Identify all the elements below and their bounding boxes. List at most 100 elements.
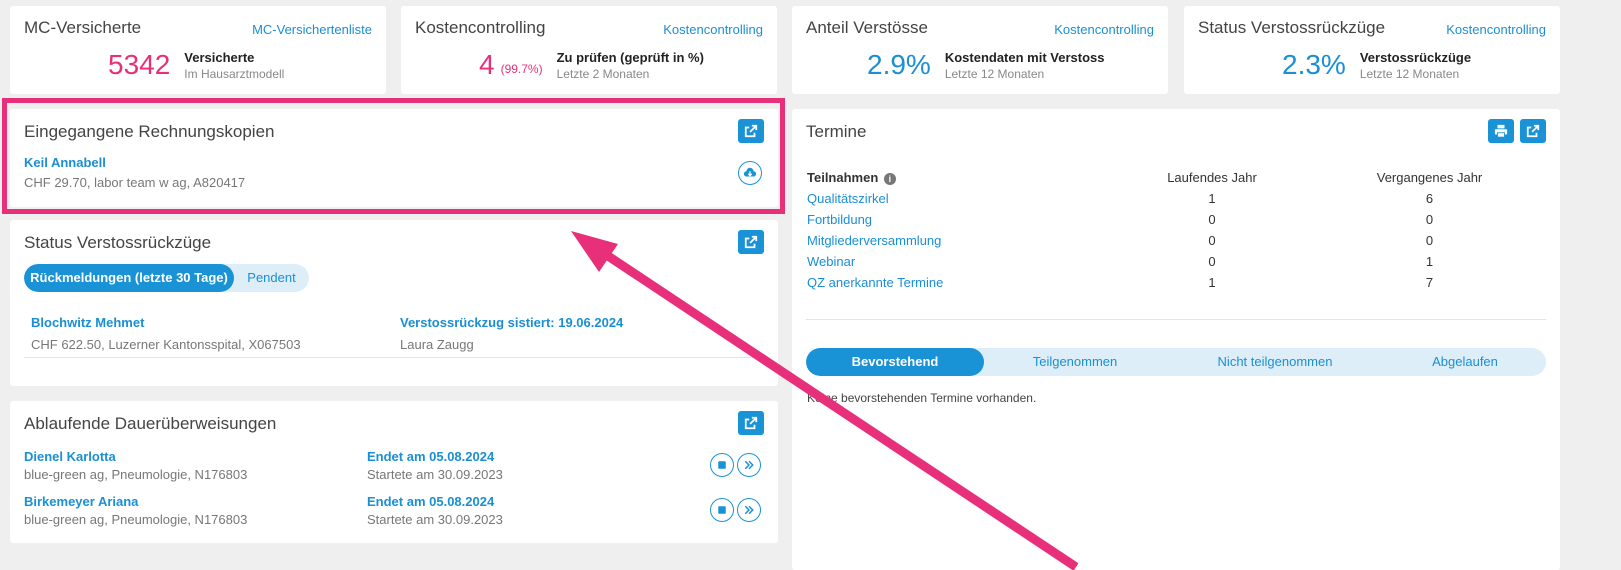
kpi-link[interactable]: Kostencontrolling [1054, 22, 1154, 37]
standing-end-date: Endet am 05.08.2024 [367, 449, 495, 464]
kpi-value: 5342 [108, 49, 171, 80]
divider [806, 319, 1546, 320]
standing-patient-link[interactable]: Birkemeyer Ariana [24, 494, 247, 509]
invoice-patient-link[interactable]: Keil Annabell [24, 155, 245, 170]
appointment-tabs: Bevorstehend Teilgenommen Nicht teilgeno… [806, 348, 1546, 376]
tab-abgelaufen[interactable]: Abgelaufen [1384, 348, 1546, 376]
row-previous: 7 [1425, 275, 1434, 290]
table-row: Qualitätszirkel 1 6 [807, 188, 1547, 209]
card-title: Ablaufende Dauerüberweisungen [24, 414, 277, 433]
kpi-sub: Letzte 12 Monaten [1359, 67, 1460, 81]
row-label-link[interactable]: Qualitätszirkel [807, 188, 1112, 209]
list-item: Birkemeyer Ariana blue-green ag, Pneumol… [24, 494, 247, 527]
row-previous: 0 [1425, 212, 1434, 227]
kpi-title: MC-Versicherte [24, 18, 142, 37]
row-previous: 1 [1425, 254, 1434, 269]
withdrawal-patient-link[interactable]: Blochwitz Mehmet [31, 315, 301, 330]
kpi-percent: (99.7%) [500, 62, 543, 76]
withdrawal-status-link[interactable]: Verstossrückzug sistiert: 19.06.2024 [400, 315, 623, 330]
kpi-sub: Im Hausarztmodell [184, 67, 285, 81]
divider [24, 357, 764, 358]
row-label-link[interactable]: QZ anerkannte Termine [807, 272, 1112, 293]
withdrawal-detail: CHF 622.50, Luzerner Kantonsspital, X067… [31, 337, 301, 352]
tab-teilgenommen[interactable]: Teilgenommen [984, 348, 1166, 376]
kpi-link[interactable]: Kostencontrolling [663, 22, 763, 37]
external-link-icon [744, 124, 758, 138]
table-row: Webinar 0 1 [807, 251, 1547, 272]
withdrawal-status-card: Status Verstossrückzüge Rückmeldungen (l… [10, 220, 778, 386]
print-icon [1494, 124, 1508, 138]
external-link-icon [1526, 124, 1540, 138]
download-button[interactable] [738, 161, 762, 185]
kpi-card-kostencontrolling: Kostencontrolling Kostencontrolling 4 (9… [401, 6, 777, 94]
kpi-label: Versicherte [184, 50, 255, 65]
row-label-link[interactable]: Webinar [807, 251, 1112, 272]
card-title: Termine [806, 122, 867, 141]
standing-start-date: Startete am 30.09.2023 [367, 512, 503, 527]
kpi-label: Zu prüfen (geprüft in %) [556, 50, 704, 65]
row-current: 0 [1208, 212, 1216, 227]
kpi-sub: Letzte 12 Monaten [944, 67, 1045, 81]
kpi-value: 4 [479, 49, 495, 80]
tab-rueckmeldungen[interactable]: Rückmeldungen (letzte 30 Tage) [24, 264, 234, 292]
double-chevron-right-icon [744, 460, 754, 470]
kpi-label: Verstossrückzüge [1359, 50, 1472, 65]
kpi-title: Kostencontrolling [415, 18, 546, 37]
table-row: Fortbildung 0 0 [807, 209, 1547, 230]
standing-end-date: Endet am 05.08.2024 [367, 494, 495, 509]
table-row: QZ anerkannte Termine 1 7 [807, 272, 1547, 293]
row-current: 1 [1208, 275, 1216, 290]
info-icon[interactable]: i [883, 172, 896, 185]
kpi-title: Status Verstossrückzüge [1198, 18, 1386, 37]
row-current: 0 [1208, 254, 1216, 269]
table-row: Mitgliederversammlung 0 0 [807, 230, 1547, 251]
open-external-button[interactable] [738, 119, 764, 143]
external-link-icon [744, 235, 758, 249]
table-header-previous: Vergangenes Jahr [1376, 170, 1483, 185]
row-previous: 6 [1425, 191, 1434, 206]
kpi-card-status-verstossrueckzuege: Status Verstossrückzüge Kostencontrollin… [1184, 6, 1560, 94]
kpi-link[interactable]: MC-Versichertenliste [252, 22, 372, 37]
standing-detail: blue-green ag, Pneumologie, N176803 [24, 512, 248, 527]
kpi-title: Anteil Verstösse [806, 18, 928, 37]
stop-button[interactable] [710, 453, 734, 477]
external-link-icon [744, 416, 758, 430]
row-previous: 0 [1425, 233, 1434, 248]
kpi-sub: Letzte 2 Monaten [556, 67, 650, 81]
card-title: Eingegangene Rechnungskopien [24, 122, 275, 141]
tab-pendent[interactable]: Pendent [234, 264, 309, 292]
open-external-button[interactable] [1520, 119, 1546, 143]
invoice-detail: CHF 29.70, labor team w ag, A820417 [24, 175, 246, 190]
withdrawal-tabs: Rückmeldungen (letzte 30 Tage) Pendent [24, 264, 309, 292]
extend-button[interactable] [737, 498, 761, 522]
standing-patient-link[interactable]: Dienel Karlotta [24, 449, 247, 464]
open-external-button[interactable] [738, 230, 764, 254]
extend-button[interactable] [737, 453, 761, 477]
kpi-link[interactable]: Kostencontrolling [1446, 22, 1546, 37]
row-label-link[interactable]: Fortbildung [807, 209, 1112, 230]
stop-button[interactable] [710, 498, 734, 522]
table-header-current: Laufendes Jahr [1167, 170, 1257, 185]
kpi-card-mc-versicherte: MC-Versicherte MC-Versichertenliste 5342… [10, 6, 386, 94]
table-header-label: Teilnahmen [807, 170, 879, 185]
print-button[interactable] [1488, 119, 1514, 143]
row-current: 1 [1208, 191, 1216, 206]
stop-icon [718, 506, 726, 514]
withdrawal-person: Laura Zaugg [400, 337, 474, 352]
invoice-copies-card: Eingegangene Rechnungskopien Keil Annabe… [10, 109, 778, 207]
kpi-value: 2.3% [1282, 49, 1346, 80]
open-external-button[interactable] [738, 411, 764, 435]
cloud-download-icon [743, 167, 757, 177]
empty-state-message: Keine bevorstehenden Termine vorhanden. [807, 391, 1037, 405]
standing-orders-card: Ablaufende Dauerüberweisungen Dienel Kar… [10, 401, 778, 543]
participation-table: Teilnahmen i Laufendes Jahr Vergangenes … [807, 167, 1547, 293]
stop-icon [718, 461, 726, 469]
row-current: 0 [1208, 233, 1216, 248]
kpi-card-anteil-verstoesse: Anteil Verstösse Kostencontrolling 2.9% … [792, 6, 1168, 94]
tab-bevorstehend[interactable]: Bevorstehend [806, 348, 984, 376]
row-label-link[interactable]: Mitgliederversammlung [807, 230, 1112, 251]
tab-nicht-teilgenommen[interactable]: Nicht teilgenommen [1166, 348, 1384, 376]
kpi-value: 2.9% [867, 49, 931, 80]
list-item: Dienel Karlotta blue-green ag, Pneumolog… [24, 449, 247, 482]
card-title: Status Verstossrückzüge [24, 233, 212, 252]
